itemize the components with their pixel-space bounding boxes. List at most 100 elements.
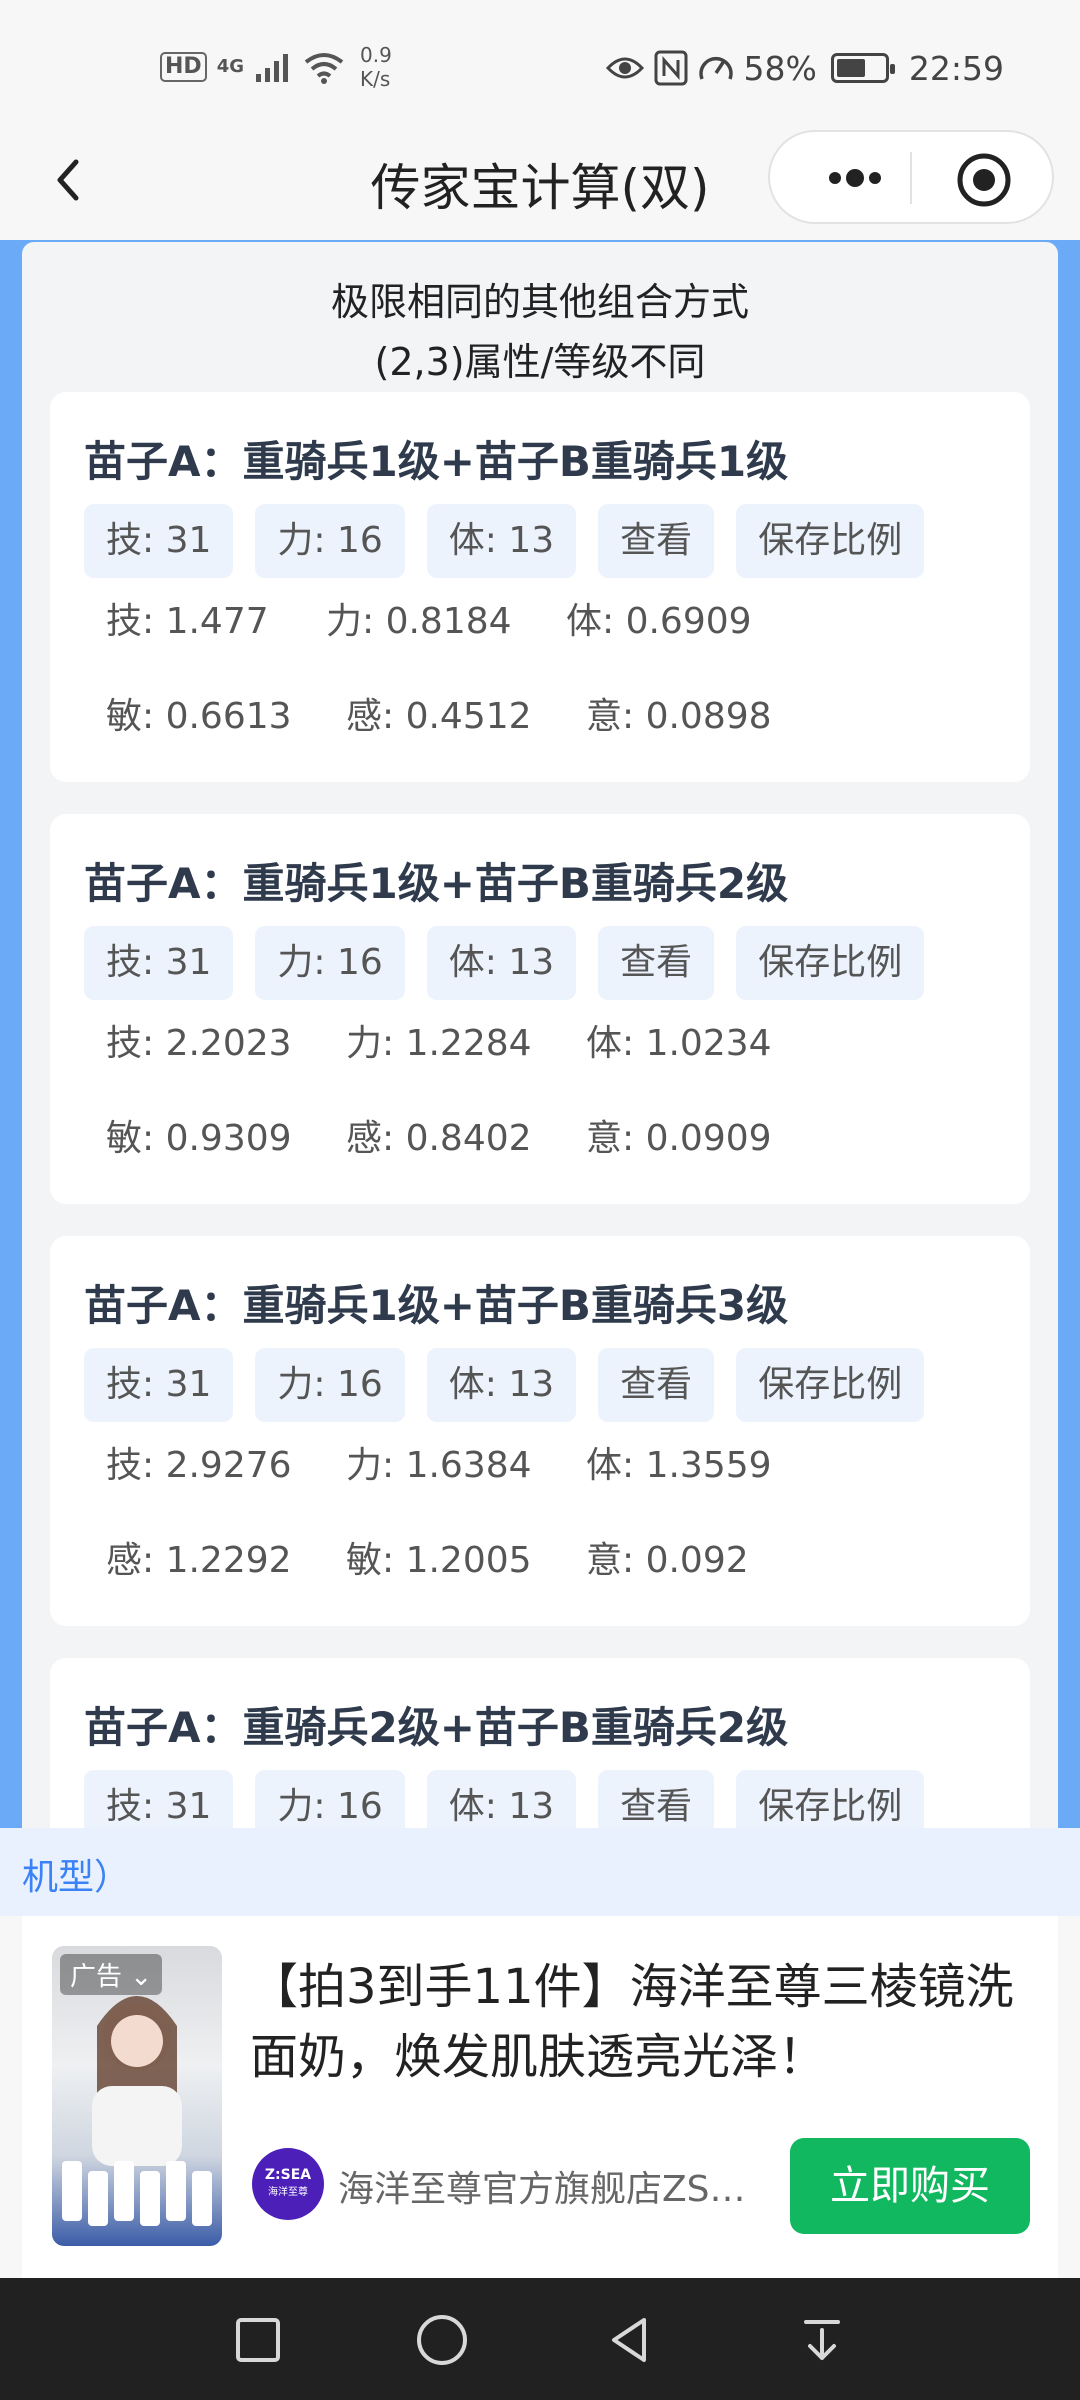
results-panel: 极限相同的其他组合方式 (2,3)属性/等级不同 苗子A：重骑兵1级+苗子B重骑… bbox=[22, 242, 1058, 1828]
main-content[interactable]: 极限相同的其他组合方式 (2,3)属性/等级不同 苗子A：重骑兵1级+苗子B重骑… bbox=[0, 240, 1080, 1828]
card-tags: 技: 31 力: 16 体: 13 查看 保存比例 bbox=[84, 1348, 925, 1422]
combo-card: 苗子A：重骑兵1级+苗子B重骑兵2级 技: 31 力: 16 体: 13 查看 … bbox=[50, 814, 1030, 1204]
value-perception: 感: 0.4512 bbox=[346, 696, 532, 737]
save-ratio-button[interactable]: 保存比例 bbox=[736, 1770, 925, 1828]
heading-line-1: 极限相同的其他组合方式 bbox=[330, 280, 749, 324]
network-speed: 0.9 K/s bbox=[360, 43, 392, 91]
download-arrow-icon[interactable] bbox=[794, 2312, 850, 2368]
value-row-2: 敏: 0.9309 感: 0.8402 意: 0.0909 bbox=[106, 1109, 772, 1161]
card-tags: 技: 31 力: 16 体: 13 查看 保存比例 bbox=[84, 504, 925, 578]
tag-strength: 力: 16 bbox=[255, 1770, 405, 1828]
view-button[interactable]: 查看 bbox=[598, 1348, 715, 1422]
view-button[interactable]: 查看 bbox=[598, 504, 715, 578]
value-row-1: 技: 2.9276 力: 1.6384 体: 1.3559 bbox=[106, 1436, 772, 1488]
network-type: 4G bbox=[216, 56, 244, 77]
ad-banner[interactable]: 广告 ⌄ 【拍3到手11件】海洋至尊三棱镜洗面奶，焕发肌肤透亮光泽！ Z:SEA… bbox=[22, 1916, 1058, 2278]
value-strength: 力: 1.6384 bbox=[346, 1445, 532, 1486]
combo-card: 苗子A：重骑兵1级+苗子B重骑兵1级 技: 31 力: 16 体: 13 查看 … bbox=[50, 392, 1030, 782]
value-body: 体: 1.0234 bbox=[586, 1023, 772, 1064]
value-row-2: 敏: 0.6613 感: 0.4512 意: 0.0898 bbox=[106, 687, 772, 739]
buy-now-button[interactable]: 立即购买 bbox=[790, 2138, 1030, 2234]
tag-skill: 技: 31 bbox=[84, 1770, 234, 1828]
value-row-1: 技: 1.477 力: 0.8184 体: 0.6909 bbox=[106, 592, 752, 644]
tag-body: 体: 13 bbox=[426, 1770, 577, 1828]
mini-program-capsule bbox=[768, 130, 1054, 224]
value-will: 意: 0.092 bbox=[586, 1540, 749, 1581]
ad-badge-label: 广告 bbox=[70, 1962, 123, 1992]
value-strength: 力: 1.2284 bbox=[346, 1023, 532, 1064]
store-logo-text: Z:SEA bbox=[264, 2167, 312, 2183]
tag-body: 体: 13 bbox=[426, 926, 577, 1000]
value-perception: 感: 0.8402 bbox=[346, 1118, 532, 1159]
status-right: 58% 22:59 bbox=[605, 45, 1004, 91]
square-icon[interactable] bbox=[230, 2312, 286, 2368]
save-ratio-button[interactable]: 保存比例 bbox=[736, 926, 925, 1000]
value-skill: 技: 2.2023 bbox=[106, 1023, 292, 1064]
status-bar: HD 4G 0.9 K/s 58% 22:59 bbox=[0, 0, 1080, 130]
section-heading: 极限相同的其他组合方式 (2,3)属性/等级不同 bbox=[22, 272, 1058, 392]
value-body: 体: 0.6909 bbox=[566, 601, 752, 642]
combo-card: 苗子A：重骑兵2级+苗子B重骑兵2级 技: 31 力: 16 体: 13 查看 … bbox=[50, 1658, 1030, 1828]
battery-icon bbox=[830, 53, 895, 83]
value-row-1: 技: 2.2023 力: 1.2284 体: 1.0234 bbox=[106, 1014, 772, 1066]
view-button[interactable]: 查看 bbox=[598, 1770, 715, 1828]
status-left: HD 4G 0.9 K/s bbox=[160, 42, 392, 92]
tag-strength: 力: 16 bbox=[255, 1348, 405, 1422]
speed-unit: K/s bbox=[360, 67, 391, 91]
system-nav-bar bbox=[0, 2278, 1080, 2400]
clock: 22:59 bbox=[908, 48, 1004, 88]
tag-body: 体: 13 bbox=[426, 504, 577, 578]
card-title: 苗子A：重骑兵1级+苗子B重骑兵3级 bbox=[84, 1281, 789, 1330]
tag-skill: 技: 31 bbox=[84, 926, 234, 1000]
value-skill: 技: 1.477 bbox=[106, 601, 269, 642]
speedometer-icon bbox=[698, 56, 733, 80]
target-circle-icon[interactable] bbox=[956, 152, 1012, 208]
ad-image[interactable]: 广告 ⌄ bbox=[52, 1946, 222, 2246]
ad-strip[interactable]: 机型） bbox=[0, 1828, 1080, 1916]
value-perception: 感: 1.2292 bbox=[106, 1540, 292, 1581]
signal-icon bbox=[256, 54, 288, 82]
store-name[interactable]: 海洋至尊官方旗舰店ZS… bbox=[338, 2160, 788, 2212]
page-title-text: 传家宝计算(双) bbox=[370, 159, 710, 217]
value-will: 意: 0.0909 bbox=[586, 1118, 772, 1159]
ad-title[interactable]: 【拍3到手11件】海洋至尊三棱镜洗面奶，焕发肌肤透亮光泽！ bbox=[250, 1952, 1030, 2092]
value-body: 体: 1.3559 bbox=[586, 1445, 772, 1486]
combo-card: 苗子A：重骑兵1级+苗子B重骑兵3级 技: 31 力: 16 体: 13 查看 … bbox=[50, 1236, 1030, 1626]
store-logo-sub: 海洋至尊 bbox=[268, 2187, 308, 2198]
triangle-back-icon[interactable] bbox=[602, 2312, 658, 2368]
value-row-2: 感: 1.2292 敏: 1.2005 意: 0.092 bbox=[106, 1531, 749, 1583]
value-agility: 敏: 0.6613 bbox=[106, 696, 292, 737]
tag-skill: 技: 31 bbox=[84, 1348, 234, 1422]
value-agility: 敏: 0.9309 bbox=[106, 1118, 292, 1159]
card-title: 苗子A：重骑兵1级+苗子B重骑兵2级 bbox=[84, 859, 789, 908]
heading-line-2: (2,3)属性/等级不同 bbox=[374, 340, 706, 384]
tag-strength: 力: 16 bbox=[255, 926, 405, 1000]
view-button[interactable]: 查看 bbox=[598, 926, 715, 1000]
value-strength: 力: 0.8184 bbox=[326, 601, 512, 642]
ad-badge[interactable]: 广告 ⌄ bbox=[60, 1954, 163, 1995]
card-title: 苗子A：重骑兵2级+苗子B重骑兵2级 bbox=[84, 1703, 789, 1752]
speed-value: 0.9 bbox=[360, 43, 392, 67]
ad-strip-text: 机型） bbox=[22, 1857, 131, 1898]
capsule-divider bbox=[910, 152, 912, 204]
store-logo: Z:SEA 海洋至尊 bbox=[252, 2148, 324, 2220]
tag-strength: 力: 16 bbox=[255, 504, 405, 578]
eye-icon bbox=[605, 57, 644, 79]
battery-percent: 58% bbox=[743, 48, 817, 88]
card-title: 苗子A：重骑兵1级+苗子B重骑兵1级 bbox=[84, 437, 789, 486]
value-agility: 敏: 1.2005 bbox=[346, 1540, 532, 1581]
value-skill: 技: 2.9276 bbox=[106, 1445, 292, 1486]
circle-home-icon[interactable] bbox=[414, 2312, 470, 2368]
wifi-icon bbox=[304, 53, 344, 84]
tag-skill: 技: 31 bbox=[84, 504, 234, 578]
save-ratio-button[interactable]: 保存比例 bbox=[736, 1348, 925, 1422]
more-dots-icon[interactable] bbox=[810, 156, 900, 200]
card-tags: 技: 31 力: 16 体: 13 查看 保存比例 bbox=[84, 1770, 925, 1828]
value-will: 意: 0.0898 bbox=[586, 696, 772, 737]
nav-bar: 传家宝计算(双) bbox=[0, 130, 1080, 240]
save-ratio-button[interactable]: 保存比例 bbox=[736, 504, 925, 578]
tag-body: 体: 13 bbox=[426, 1348, 577, 1422]
nfc-icon bbox=[654, 50, 688, 86]
hd-indicator: HD bbox=[160, 52, 207, 82]
card-tags: 技: 31 力: 16 体: 13 查看 保存比例 bbox=[84, 926, 925, 1000]
